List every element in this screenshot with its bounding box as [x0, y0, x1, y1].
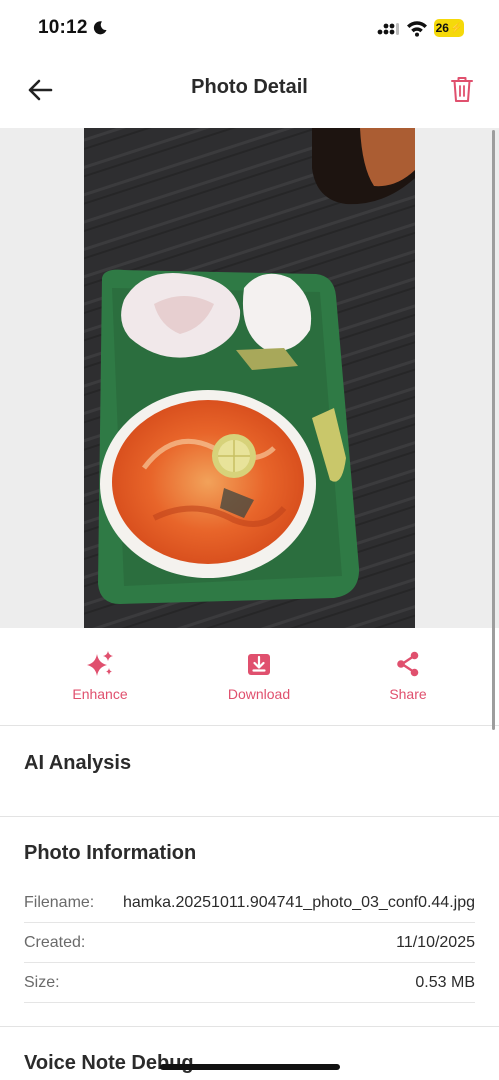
size-value: 0.53 MB [415, 973, 475, 991]
share-label: Share [389, 686, 427, 702]
filename-label: Filename: [24, 893, 95, 911]
cellular-signal-icon [377, 23, 399, 35]
home-indicator[interactable] [160, 1064, 340, 1070]
sparkles-icon [87, 651, 113, 676]
wifi-icon [407, 21, 427, 37]
charging-bolt-icon: ⚡ [449, 22, 463, 34]
photo-viewer [0, 128, 499, 628]
photo-information-title: Photo Information [24, 842, 197, 864]
share-icon [397, 651, 419, 677]
download-button[interactable]: Download [204, 648, 314, 712]
trash-icon [451, 77, 473, 102]
created-value: 11/10/2025 [396, 933, 475, 951]
info-row-created: Created: 11/10/2025 [24, 923, 475, 963]
info-row-size: Size: 0.53 MB [24, 963, 475, 1003]
section-divider [0, 816, 499, 817]
delete-button[interactable] [446, 70, 478, 108]
moon-icon [93, 21, 107, 35]
created-label: Created: [24, 933, 86, 951]
enhance-label: Enhance [72, 686, 128, 702]
size-label: Size: [24, 973, 60, 991]
info-row-filename: Filename: hamka.20251011.904741_photo_03… [24, 883, 475, 923]
status-bar: 10:12 26 ⚡ [0, 0, 499, 56]
photo-actions: Enhance Download Share [0, 628, 499, 726]
section-divider [0, 1026, 499, 1027]
filename-value: hamka.20251011.904741_photo_03_conf0.44.… [122, 893, 475, 911]
battery-level: 26 [435, 21, 449, 35]
food-photo-illustration [84, 128, 415, 628]
download-label: Download [227, 686, 291, 702]
download-icon [248, 654, 270, 675]
battery-indicator: 26 ⚡ [434, 19, 464, 37]
page-title: Photo Detail [191, 76, 308, 98]
app-header: Photo Detail [0, 56, 499, 128]
share-button[interactable]: Share [353, 648, 463, 712]
food-photo[interactable] [84, 128, 415, 628]
enhance-button[interactable]: Enhance [45, 648, 155, 712]
status-time: 10:12 [38, 17, 88, 38]
ai-analysis-title: AI Analysis [24, 752, 132, 774]
vertical-scrollbar[interactable] [492, 130, 495, 730]
